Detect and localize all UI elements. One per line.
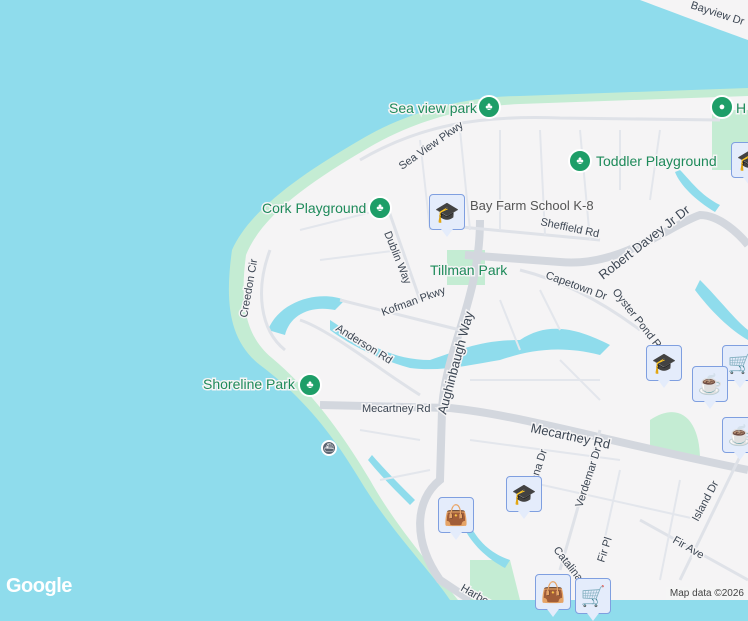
place-icon[interactable]: ● [710, 95, 734, 119]
shopping-bag-icon[interactable]: 👜 [438, 497, 474, 540]
school-icon[interactable]: 🎓 [731, 142, 748, 185]
map-attribution[interactable]: Map data ©2026 [665, 587, 748, 600]
cafe-icon[interactable]: ☕ [722, 417, 748, 460]
school-icon[interactable]: 🎓 [506, 476, 542, 519]
grocery-cart-icon[interactable]: 🛒 [575, 578, 611, 621]
school-icon[interactable]: 🎓 [646, 345, 682, 388]
park-label: H [736, 100, 746, 116]
shopping-bag-icon[interactable]: 👜 [535, 574, 571, 617]
park-label: Tillman Park [430, 262, 508, 278]
google-logo: Google [6, 575, 72, 597]
park-tree-icon[interactable]: ♣ [568, 149, 592, 173]
park-tree-icon[interactable]: ♣ [368, 196, 392, 220]
street-label: Mecartney Rd [362, 403, 430, 415]
school-icon[interactable]: 🎓 [429, 194, 465, 237]
ferry-icon[interactable]: ⛴ [321, 440, 337, 456]
park-label: Shoreline Park [203, 376, 296, 392]
park-label: Toddler Playground [596, 153, 717, 169]
school-label: Bay Farm School K-8 [470, 198, 594, 213]
cafe-icon[interactable]: ☕ [692, 366, 728, 409]
park-label: Cork Playground [262, 200, 366, 216]
park-tree-icon[interactable]: ♣ [298, 373, 322, 397]
map-canvas[interactable]: Bayview Dr Sea View Pkwy Dublin Way Shef… [0, 0, 748, 600]
park-label: Sea view park [389, 100, 478, 116]
park-tree-icon[interactable]: ♣ [477, 95, 501, 119]
